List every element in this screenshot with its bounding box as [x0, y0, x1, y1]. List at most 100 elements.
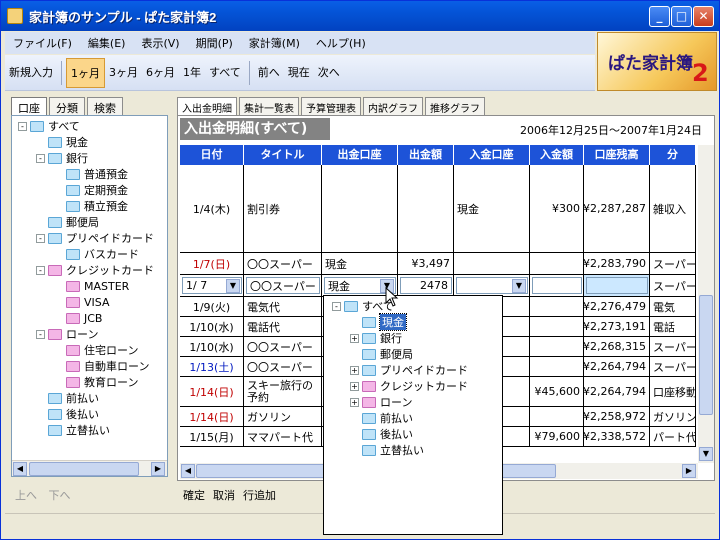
table-cell-out-amt[interactable]: ¥3,497	[398, 253, 454, 275]
table-cell-in-amt[interactable]	[530, 297, 584, 317]
menu-help[interactable]: ヘルプ(H)	[308, 35, 374, 51]
chevron-down-icon[interactable]: ▼	[226, 279, 240, 293]
table-cell-cat[interactable]: 電話	[650, 317, 696, 337]
minimize-icon[interactable]: _	[649, 6, 670, 27]
collapse-icon[interactable]: -	[36, 233, 45, 243]
collapse-icon[interactable]: -	[36, 153, 45, 163]
one-month-button[interactable]: 1ヶ月	[66, 57, 105, 88]
in-account-col-header[interactable]: 入金口座	[454, 145, 530, 165]
date-col-header[interactable]: 日付	[180, 145, 244, 165]
out-amount-col-header[interactable]: 出金額	[398, 145, 454, 165]
collapse-icon[interactable]: -	[332, 301, 341, 311]
table-cell-in-amt[interactable]: ¥45,600	[530, 377, 584, 407]
table-cell-bal[interactable]: ¥2,338,572	[584, 427, 650, 447]
table-cell-date[interactable]: 1/14(日)	[180, 407, 244, 427]
table-cell-bal[interactable]: ¥2,268,315	[584, 337, 650, 357]
table-cell-date[interactable]: 1/10(水)	[180, 337, 244, 357]
table-cell-date[interactable]: 1/9(火)	[180, 297, 244, 317]
account-tree-node[interactable]: MASTER	[54, 278, 129, 294]
table-cell-title[interactable]: 〇〇スーパー	[244, 337, 322, 357]
table-cell-in-amt[interactable]: ¥300	[530, 165, 584, 253]
scroll-right-icon[interactable]: ▶	[682, 464, 696, 478]
account-tree-node[interactable]: - プリペイドカード	[36, 230, 154, 246]
scroll-left-icon[interactable]: ◀	[181, 464, 195, 478]
tab-trend-graph[interactable]: 推移グラフ	[425, 97, 485, 117]
confirm-button[interactable]: 確定	[183, 487, 205, 503]
table-cell-title[interactable]: 〇〇スーパー	[244, 253, 322, 275]
account-tree-node[interactable]: - 銀行	[36, 150, 88, 166]
table-cell-in-amt[interactable]: ¥79,600	[530, 427, 584, 447]
expand-icon[interactable]: +	[350, 365, 359, 375]
expand-icon[interactable]: +	[350, 333, 359, 343]
all-button[interactable]: すべて	[205, 58, 245, 88]
title-edit-field[interactable]: 〇〇スーパー	[246, 277, 320, 294]
table-cell-cat[interactable]: 口座移動	[650, 377, 696, 407]
balance-col-header[interactable]: 口座残高	[584, 145, 650, 165]
account-tree-node[interactable]: 教育ローン	[54, 374, 138, 390]
category-col-header[interactable]: 分	[650, 145, 696, 165]
current-button[interactable]: 現在	[284, 58, 314, 88]
table-cell-cat[interactable]: パート代	[650, 427, 696, 447]
collapse-icon[interactable]: -	[36, 329, 45, 339]
expand-icon[interactable]: +	[350, 381, 359, 391]
scroll-thumb[interactable]	[29, 462, 139, 476]
popup-tree-node[interactable]: 現金	[350, 313, 407, 331]
account-tree-node[interactable]: 現金	[36, 134, 88, 150]
up-button[interactable]: 上へ	[15, 489, 37, 502]
account-tree-node[interactable]: バスカード	[54, 246, 139, 262]
maximize-icon[interactable]: □	[671, 6, 692, 27]
table-cell-bal[interactable]: ¥2,287,287	[584, 165, 650, 253]
grid-vertical-scrollbar[interactable]: ▼	[698, 145, 714, 463]
account-tree-node[interactable]: 住宅ローン	[54, 342, 138, 358]
add-row-button[interactable]: 行追加	[243, 487, 276, 503]
popup-tree-node[interactable]: 郵便局	[350, 346, 413, 362]
table-cell-title[interactable]: ママパート代	[244, 427, 322, 447]
out-amount-edit-field[interactable]: 2478	[400, 277, 452, 294]
expand-icon[interactable]: +	[350, 397, 359, 407]
table-cell-title[interactable]: 電気代	[244, 297, 322, 317]
table-cell-in-amt[interactable]	[530, 407, 584, 427]
new-entry-button[interactable]: 新規入力	[5, 58, 57, 88]
six-month-button[interactable]: 6ヶ月	[142, 58, 179, 88]
scroll-right-icon[interactable]: ▶	[151, 462, 165, 476]
table-cell-cat[interactable]: スーパー	[650, 357, 696, 377]
down-button[interactable]: 下へ	[49, 489, 71, 502]
account-tree-node[interactable]: JCB	[54, 310, 102, 326]
table-cell-in-amt[interactable]	[530, 337, 584, 357]
table-cell-out-acct[interactable]: 現金	[322, 253, 398, 275]
balance-edit-field[interactable]	[586, 277, 648, 294]
tab-breakdown-graph[interactable]: 内訳グラフ	[363, 97, 423, 117]
in-amount-edit-field[interactable]	[532, 277, 582, 294]
account-tree-node[interactable]: 後払い	[36, 406, 99, 422]
table-cell-cat[interactable]: 電気	[650, 297, 696, 317]
table-cell-date[interactable]: 1/13(土)	[180, 357, 244, 377]
popup-tree-node[interactable]: + 銀行	[350, 330, 402, 346]
three-month-button[interactable]: 3ヶ月	[105, 58, 142, 88]
one-year-button[interactable]: 1年	[179, 58, 205, 88]
popup-tree-node[interactable]: 立替払い	[350, 442, 424, 458]
tab-transactions[interactable]: 入出金明細	[177, 97, 237, 117]
table-cell-bal[interactable]: ¥2,273,191	[584, 317, 650, 337]
table-cell-date[interactable]: 1/15(月)	[180, 427, 244, 447]
cancel-button[interactable]: 取消	[213, 487, 235, 503]
account-tree-node[interactable]: 立替払い	[36, 422, 110, 438]
table-cell-cat[interactable]: スーパー	[650, 253, 696, 275]
table-cell-cat[interactable]: スーパー	[650, 275, 696, 297]
table-cell-bal[interactable]: ¥2,264,794	[584, 377, 650, 407]
table-cell-title[interactable]: ガソリン	[244, 407, 322, 427]
vertical-scroll-thumb[interactable]	[699, 295, 713, 415]
table-cell-title[interactable]: スキー旅行の予約	[244, 377, 322, 407]
tree-horizontal-scrollbar[interactable]: ◀ ▶	[12, 460, 167, 476]
table-cell-bal[interactable]: ¥2,258,972	[584, 407, 650, 427]
table-cell-date[interactable]: 1/10(水)	[180, 317, 244, 337]
tab-summary[interactable]: 集計一覧表	[239, 97, 299, 117]
table-cell-cat[interactable]: スーパー	[650, 337, 696, 357]
account-tree-node[interactable]: 郵便局	[36, 214, 99, 230]
table-cell-in-acct[interactable]	[454, 253, 530, 275]
menu-period[interactable]: 期間(P)	[188, 35, 241, 51]
menu-book[interactable]: 家計簿(M)	[241, 35, 308, 51]
account-tree-node[interactable]: VISA	[54, 294, 109, 310]
account-tree-node[interactable]: 積立預金	[54, 198, 128, 214]
table-cell-cat[interactable]: ガソリン	[650, 407, 696, 427]
table-cell-title[interactable]: 〇〇スーパー	[244, 357, 322, 377]
